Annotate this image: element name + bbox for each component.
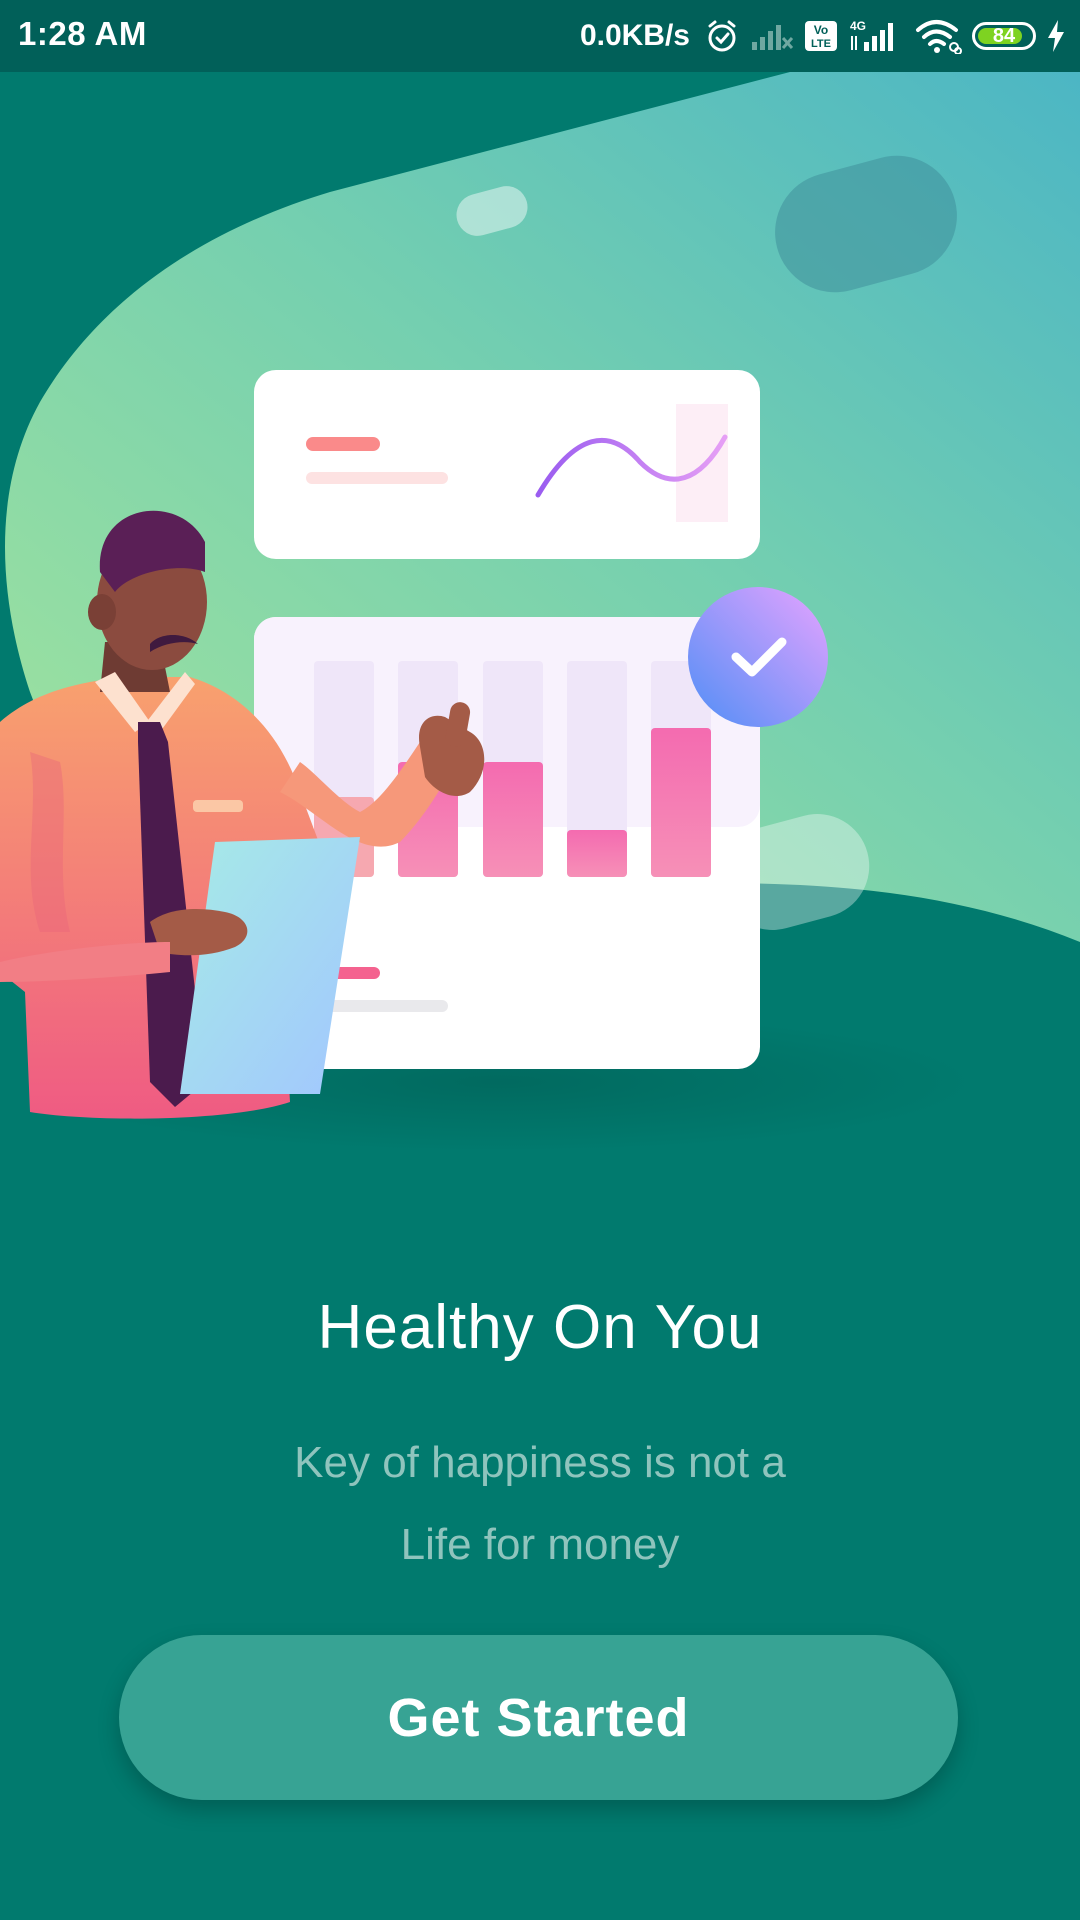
wifi-icon bbox=[914, 18, 962, 54]
check-badge bbox=[688, 587, 828, 727]
charging-icon bbox=[1046, 19, 1066, 53]
onboarding-screen: 1:28 AM 0.0KB/s Vo LTE 4G 84 Healthy On … bbox=[0, 0, 1080, 1920]
subtitle-line-2: Life for money bbox=[400, 1520, 680, 1569]
chart-bar-4 bbox=[567, 830, 627, 877]
signal-4g-icon: 4G bbox=[848, 18, 904, 54]
subtitle-line-1: Key of happiness is not a bbox=[294, 1438, 786, 1487]
status-time: 1:28 AM bbox=[18, 15, 147, 52]
chart-bar-5 bbox=[651, 728, 711, 877]
volte-icon: Vo LTE bbox=[804, 20, 838, 52]
network-speed: 0.0KB/s bbox=[579, 19, 690, 52]
onboarding-illustration bbox=[0, 72, 1080, 1152]
svg-text:LTE: LTE bbox=[811, 38, 831, 50]
svg-text:Vo: Vo bbox=[814, 23, 828, 37]
onboarding-title: Healthy On You bbox=[317, 1293, 763, 1362]
status-icons: 0.0KB/s Vo LTE 4G 84 bbox=[580, 12, 1066, 60]
svg-text:4G: 4G bbox=[850, 19, 866, 33]
signal-muted-icon bbox=[750, 20, 794, 52]
status-bar: 1:28 AM 0.0KB/s Vo LTE 4G 84 bbox=[0, 0, 1080, 72]
get-started-button[interactable]: Get Started bbox=[119, 1635, 958, 1800]
onboarding-subtitle: Key of happiness is not a Life for money bbox=[0, 1422, 1080, 1586]
alarm-icon bbox=[704, 18, 740, 54]
battery-icon: 84 bbox=[972, 22, 1036, 50]
battery-level: 84 bbox=[992, 24, 1016, 47]
chart-bar-3 bbox=[483, 762, 543, 877]
